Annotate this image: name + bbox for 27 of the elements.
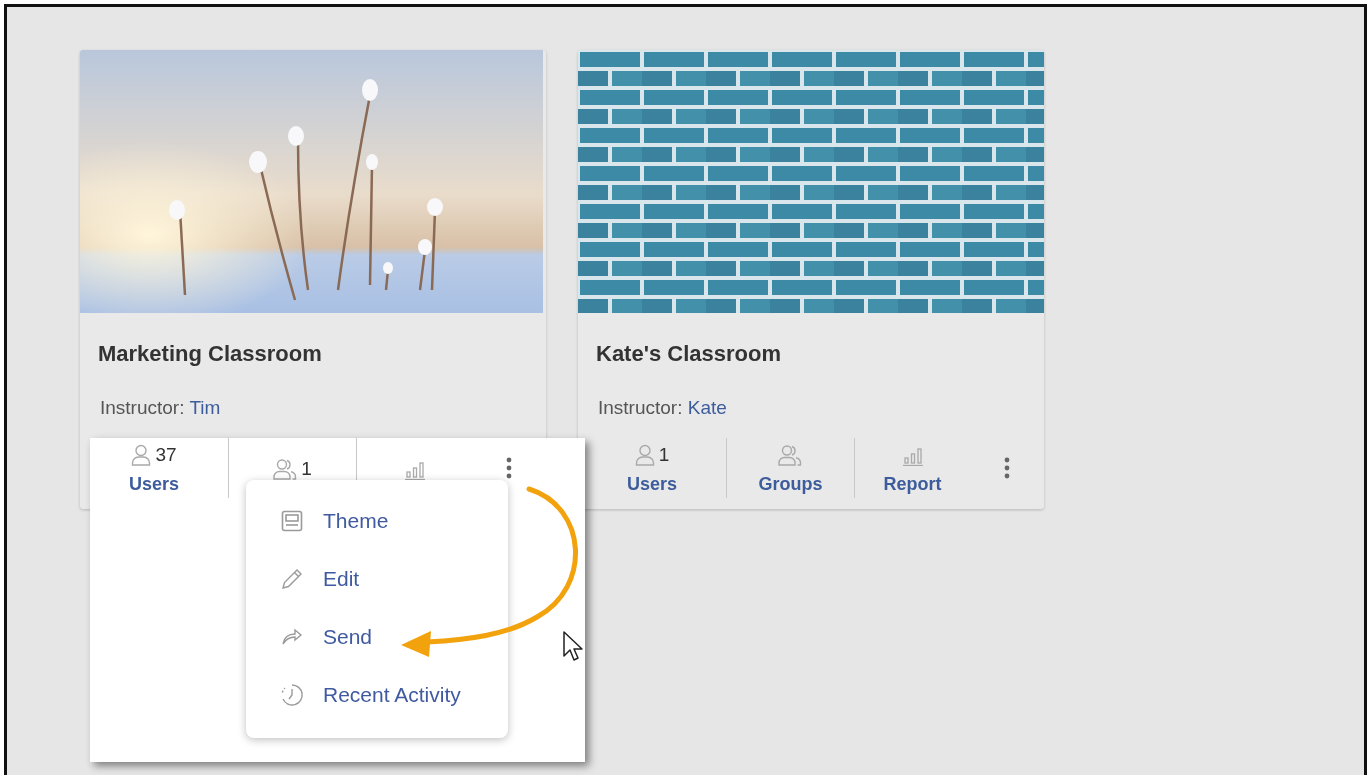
mouse-cursor-icon — [563, 631, 583, 661]
instructor-link[interactable]: Tim — [189, 397, 221, 418]
groups-button[interactable]: Groups — [752, 439, 829, 497]
instructor-text: Instructor: Tim — [100, 397, 221, 418]
menu-item[interactable]: Edit — [246, 550, 508, 608]
more-options-button[interactable] — [1004, 457, 1010, 479]
clock-icon — [280, 683, 304, 707]
card-title: Marketing Classroom — [97, 340, 323, 368]
users-button[interactable]: 1 Users — [620, 439, 683, 497]
groups-button[interactable]: 1 — [267, 454, 318, 482]
people-icon — [778, 443, 803, 466]
share-arrow-icon — [281, 628, 303, 646]
people-icon — [273, 458, 298, 480]
instructor-text: Instructor: Kate — [598, 397, 727, 418]
bar-chart-icon — [902, 445, 923, 466]
pencil-icon — [281, 568, 303, 590]
instructor-link[interactable]: Kate — [687, 397, 727, 418]
layout-icon — [281, 510, 303, 532]
person-icon — [131, 443, 152, 466]
person-icon — [634, 443, 655, 466]
bar-chart-icon — [404, 460, 425, 480]
card-title: Kate's Classroom — [595, 340, 782, 368]
menu-item[interactable]: Recent Activity — [246, 666, 508, 724]
menu-item[interactable]: Send — [246, 608, 508, 666]
report-button[interactable]: Report — [877, 439, 948, 497]
users-button[interactable]: 37 Users — [122, 439, 185, 497]
menu-item[interactable]: Theme — [246, 492, 508, 550]
